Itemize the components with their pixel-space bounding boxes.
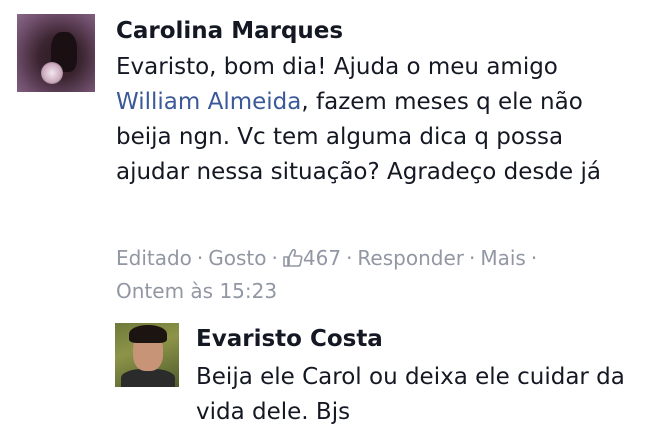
reply-author-name[interactable]: Evaristo Costa — [196, 325, 383, 353]
avatar-light — [41, 62, 63, 84]
avatar-shirt — [121, 369, 175, 387]
mention-link[interactable]: William Almeida — [116, 89, 301, 115]
comment-actions: Editado · Gosto · 467 · Responder · Mais · — [116, 242, 542, 274]
like-link[interactable]: Gosto — [208, 246, 266, 270]
comment-text-start: Evaristo, bom dia! Ajuda o meu amigo — [116, 54, 558, 80]
separator: · — [346, 246, 353, 270]
reply-avatar[interactable] — [115, 323, 179, 387]
separator: · — [196, 246, 204, 270]
like-count[interactable]: 467 — [283, 246, 341, 270]
reply-text: Beija ele Carol ou deixa ele cuidar da v… — [196, 364, 625, 425]
separator: · — [468, 246, 476, 270]
more-link[interactable]: Mais — [480, 246, 526, 270]
comment-author-name[interactable]: Carolina Marques — [116, 17, 343, 45]
comment-text: Evaristo, bom dia! Ajuda o meu amigo Will… — [116, 50, 641, 190]
reply-link[interactable]: Responder — [357, 246, 464, 270]
separator: · — [530, 246, 538, 270]
edited-link[interactable]: Editado — [116, 246, 192, 270]
timestamp[interactable]: Ontem às 15:23 — [116, 275, 277, 307]
avatar[interactable] — [17, 14, 95, 92]
thumbs-up-icon — [283, 249, 303, 267]
avatar-hair — [129, 325, 167, 343]
like-count-value: 467 — [302, 246, 342, 270]
separator: · — [271, 246, 278, 270]
